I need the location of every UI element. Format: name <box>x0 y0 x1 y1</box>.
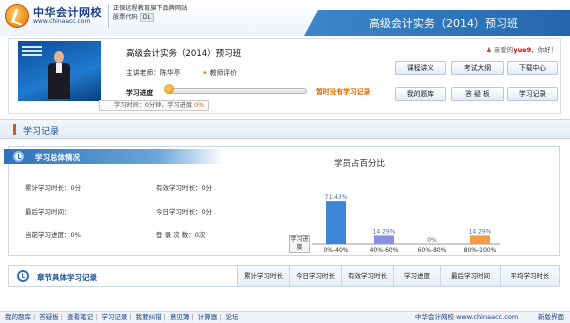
chart-title: 学员占百分比 <box>334 159 386 169</box>
bar-80%-100% <box>470 235 490 244</box>
course-panel: 高级会计实务（2014）预习班 主讲老师：陈华亭 教师评价 学习进度 暂时没有学… <box>8 38 561 114</box>
my-question-bank-button[interactable]: 我的题库 <box>395 87 446 101</box>
slogan: 正保远程教育旗下品牌网站 <box>113 5 188 12</box>
col-average-time[interactable]: 平均学习时长 <box>500 266 559 286</box>
bar-value-label: 14.29% <box>469 228 492 235</box>
progress-knob-icon <box>164 84 174 94</box>
top-header: 中华会计网校 www.chinaacc.com 正保远程教育旗下品牌网站 股票代… <box>0 0 570 36</box>
study-record-title: 学习记录 <box>23 127 60 137</box>
study-time-tooltip: 学习时间：0分钟，学习进度 0% <box>99 100 209 111</box>
no-record-text: 暂时没有学习记录 <box>316 88 371 96</box>
col-effective-time[interactable]: 有效学习时长 <box>341 266 393 286</box>
stock-info: 股票代码 DL <box>113 13 212 23</box>
clock-icon <box>13 151 24 162</box>
progress-distribution-chart: 71.43% 0%-40% 14.29% 40%-60% 0% 60%-80% 14.29%… <box>312 194 500 254</box>
progress-bar <box>165 88 307 94</box>
x-tick-label: 60%-80% <box>418 247 447 254</box>
stat-effective-time: 有效学习时长：0分 <box>156 184 213 192</box>
teacher-rating-link[interactable]: 教师评价 <box>202 67 237 77</box>
bar-value-label: 0% <box>427 237 437 244</box>
footer-bar: 我的题库 | 答疑板 | 查看笔记 | 学习记录 | 我要纠错 | 意见簿 | 计算器 | 论… <box>0 311 570 323</box>
study-records-button[interactable]: 学习记录 <box>507 87 558 101</box>
chinaacc-logo-icon[interactable] <box>5 4 29 28</box>
stat-current-progress: 当前学习进度：0% <box>25 231 81 239</box>
stock-code: DL <box>139 13 154 22</box>
study-record-header: 学习记录 <box>0 119 570 139</box>
teacher-label: 主讲老师：陈华亭 <box>126 69 181 77</box>
footer-link-calculator[interactable]: 计算器 <box>196 313 220 321</box>
banner-title-text: 高级会计实务（2014）预习班 <box>369 17 518 30</box>
x-tick-label: 0%-40% <box>323 247 348 254</box>
footer-link-feedback[interactable]: 意见簿 <box>168 313 192 321</box>
summary-title: 学习总体情况 <box>35 153 80 162</box>
slogan-box: 正保远程教育旗下品牌网站 股票代码 DL <box>108 4 212 28</box>
download-center-button[interactable]: 下载中心 <box>507 61 558 75</box>
x-tick-label: 80%-100% <box>464 247 497 254</box>
x-tick-label: 40%-60% <box>370 247 399 254</box>
bar-40%-60% <box>374 235 394 244</box>
footer-link-notes[interactable]: 查看笔记 <box>65 313 95 321</box>
clock-icon <box>17 270 29 282</box>
banner-title: 高级会计实务（2014）预习班 <box>304 10 570 36</box>
bar-value-label: 14.29% <box>373 228 396 235</box>
stock-label: 股票代码 <box>113 14 138 21</box>
col-last-time[interactable]: 最后学习时间 <box>440 266 500 286</box>
time-tip-percent: 0% <box>194 102 204 109</box>
footer-link-study-records[interactable]: 学习记录 <box>99 313 129 321</box>
footer-link-qa-board[interactable]: 答疑板 <box>37 313 61 321</box>
qa-board-button[interactable]: 答 疑 板 <box>451 87 504 101</box>
chapter-records-title: 章节具体学习记录 <box>37 273 97 282</box>
username: yue9 <box>513 46 532 54</box>
lecture-notes-button[interactable]: 课程讲义 <box>395 61 446 75</box>
chart-xlabel: 学习进度 <box>289 235 310 253</box>
col-progress[interactable]: 学习进度 <box>393 266 440 286</box>
new-version-link[interactable]: 新版界面 <box>538 312 564 323</box>
col-total-time[interactable]: 累计学习时长 <box>237 266 289 286</box>
user-icon: ♟ <box>486 46 492 54</box>
exam-outline-button[interactable]: 考试大纲 <box>451 61 504 75</box>
bar-value-label: 71.43% <box>325 194 348 201</box>
course-title: 高级会计实务（2014）预习班 <box>126 49 242 59</box>
course-video-thumbnail[interactable] <box>18 41 101 101</box>
logo-url: www.chinaacc.com <box>33 18 91 25</box>
footer-link-forum[interactable]: 论坛 <box>223 313 240 321</box>
stat-last-time: 最后学习时间： <box>25 208 71 216</box>
summary-header: 学习总体情况 <box>4 149 224 164</box>
footer-link-question-bank[interactable]: 我的题库 <box>3 313 33 321</box>
stat-total-time: 累计学习时长：0分 <box>25 184 82 192</box>
teacher-figure <box>46 51 72 99</box>
slide-text-lines <box>22 46 42 48</box>
time-tip-text: 学习时间：0分钟，学习进度 <box>114 102 193 109</box>
footer-brand[interactable]: 中华会计网校 www.chinaacc.com <box>415 312 518 323</box>
stat-login-count: 登 录 次 数：0次 <box>156 231 206 239</box>
col-today-time[interactable]: 今日学习时长 <box>289 266 341 286</box>
bar-0%-40% <box>326 201 346 244</box>
stat-today-time: 今日学习时长：0分 <box>156 208 213 216</box>
section-marker <box>13 124 16 135</box>
footer-links: 我的题库 | 答疑板 | 查看笔记 | 学习记录 | 我要纠错 | 意见簿 | 计算器 | 论… <box>3 313 240 321</box>
progress-label: 学习进度 <box>126 89 154 97</box>
welcome-text: ♟ 亲爱的yue9，你好！ <box>486 46 558 54</box>
footer-link-error-report[interactable]: 我要纠错 <box>134 313 164 321</box>
